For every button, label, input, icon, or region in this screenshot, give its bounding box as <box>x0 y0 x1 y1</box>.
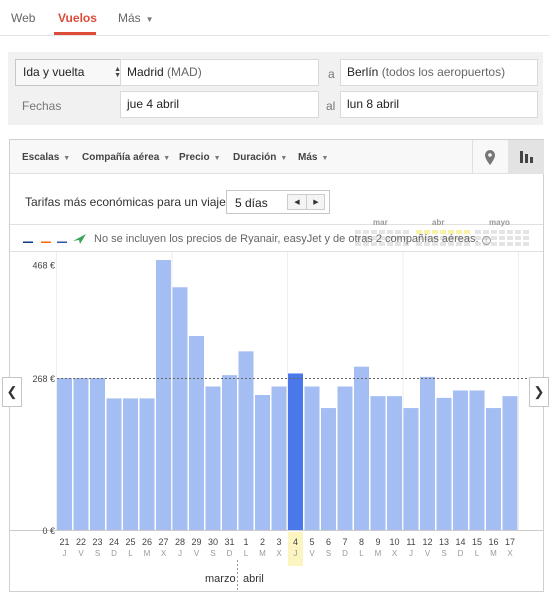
next-dates-button[interactable]: ❯ <box>529 377 549 407</box>
bar[interactable] <box>73 378 89 530</box>
weekday-label: X <box>392 549 398 558</box>
x-tick-label: 21 <box>59 537 69 547</box>
x-tick-label: 3 <box>276 537 281 547</box>
weekday-label: S <box>441 549 446 558</box>
weekday-label: L <box>128 549 133 558</box>
y-tick-label: 0 € <box>42 526 55 536</box>
bar[interactable] <box>189 336 204 530</box>
weekday-label: J <box>178 549 182 558</box>
bar[interactable] <box>502 396 518 530</box>
bar[interactable] <box>57 378 72 530</box>
weekday-label: V <box>309 549 315 558</box>
weekday-label: X <box>276 549 282 558</box>
bar[interactable] <box>486 408 501 530</box>
x-tick-label: 26 <box>142 537 152 547</box>
weekday-label: V <box>425 549 431 558</box>
y-tick-label: 468 € <box>32 261 55 271</box>
x-tick-label: 25 <box>125 537 135 547</box>
price-chart: 468 €268 €0 €21J22V23S24D25L26M27X28J29V… <box>10 252 543 592</box>
x-tick-label: 12 <box>422 537 432 547</box>
x-tick-label: 29 <box>191 537 201 547</box>
x-tick-label: 6 <box>326 537 331 547</box>
x-tick-label: 2 <box>260 537 265 547</box>
x-tick-label: 10 <box>389 537 399 547</box>
weekday-label: L <box>475 549 480 558</box>
weekday-label: X <box>161 549 167 558</box>
weekday-label: J <box>63 549 67 558</box>
bar[interactable] <box>420 376 435 530</box>
previous-dates-button[interactable]: ❮ <box>2 377 22 407</box>
x-tick-label: 8 <box>359 537 364 547</box>
x-tick-label: 5 <box>309 537 314 547</box>
x-tick-label: 17 <box>505 537 515 547</box>
y-tick-label: 268 € <box>32 374 55 384</box>
month-label-abril: abril <box>243 573 264 585</box>
bar[interactable] <box>469 390 485 530</box>
weekday-label: X <box>507 549 513 558</box>
bar[interactable] <box>255 395 270 530</box>
weekday-label: D <box>111 549 117 558</box>
weekday-label: M <box>375 549 382 558</box>
month-label-marzo: marzo <box>205 573 236 585</box>
bar[interactable] <box>403 408 419 530</box>
bar[interactable] <box>453 390 468 530</box>
bar[interactable] <box>436 397 452 530</box>
weekday-label: D <box>342 549 348 558</box>
weekday-label: J <box>294 549 298 558</box>
bar[interactable] <box>337 386 353 530</box>
weekday-label: S <box>326 549 331 558</box>
bar[interactable] <box>205 386 221 530</box>
weekday-label: D <box>227 549 233 558</box>
bar[interactable] <box>304 386 320 530</box>
bar-selected[interactable] <box>288 373 303 530</box>
weekday-label: S <box>95 549 100 558</box>
x-tick-label: 31 <box>224 537 234 547</box>
chevron-left-icon: ❮ <box>6 384 18 399</box>
x-tick-label: 24 <box>109 537 119 547</box>
x-tick-label: 1 <box>243 537 248 547</box>
bar[interactable] <box>123 398 138 530</box>
x-tick-label: 27 <box>158 537 168 547</box>
bar[interactable] <box>156 260 171 530</box>
x-tick-label: 11 <box>406 537 415 547</box>
x-tick-label: 22 <box>76 537 86 547</box>
x-tick-label: 23 <box>92 537 102 547</box>
x-tick-label: 14 <box>455 537 465 547</box>
weekday-label: V <box>78 549 84 558</box>
x-tick-label: 15 <box>472 537 482 547</box>
weekday-label: M <box>144 549 151 558</box>
weekday-label: M <box>259 549 266 558</box>
weekday-label: M <box>490 549 497 558</box>
x-tick-label: 13 <box>439 537 449 547</box>
x-tick-label: 28 <box>175 537 185 547</box>
bar[interactable] <box>90 378 105 530</box>
x-tick-label: 16 <box>488 537 498 547</box>
weekday-label: L <box>359 549 364 558</box>
weekday-label: L <box>244 549 249 558</box>
bar[interactable] <box>387 396 402 530</box>
weekday-label: V <box>194 549 200 558</box>
bar[interactable] <box>354 366 369 530</box>
bar[interactable] <box>321 408 336 530</box>
x-tick-label: 9 <box>375 537 380 547</box>
x-tick-label: 4 <box>293 537 298 547</box>
weekday-label: S <box>210 549 215 558</box>
bar[interactable] <box>172 287 188 530</box>
weekday-label: J <box>409 549 413 558</box>
bar[interactable] <box>271 386 287 530</box>
bar[interactable] <box>222 375 237 530</box>
bar[interactable] <box>139 398 155 530</box>
bar[interactable] <box>106 398 122 530</box>
x-tick-label: 7 <box>342 537 347 547</box>
chevron-right-icon: ❯ <box>533 384 545 399</box>
weekday-label: D <box>458 549 464 558</box>
bar[interactable] <box>370 396 386 530</box>
x-tick-label: 30 <box>208 537 218 547</box>
